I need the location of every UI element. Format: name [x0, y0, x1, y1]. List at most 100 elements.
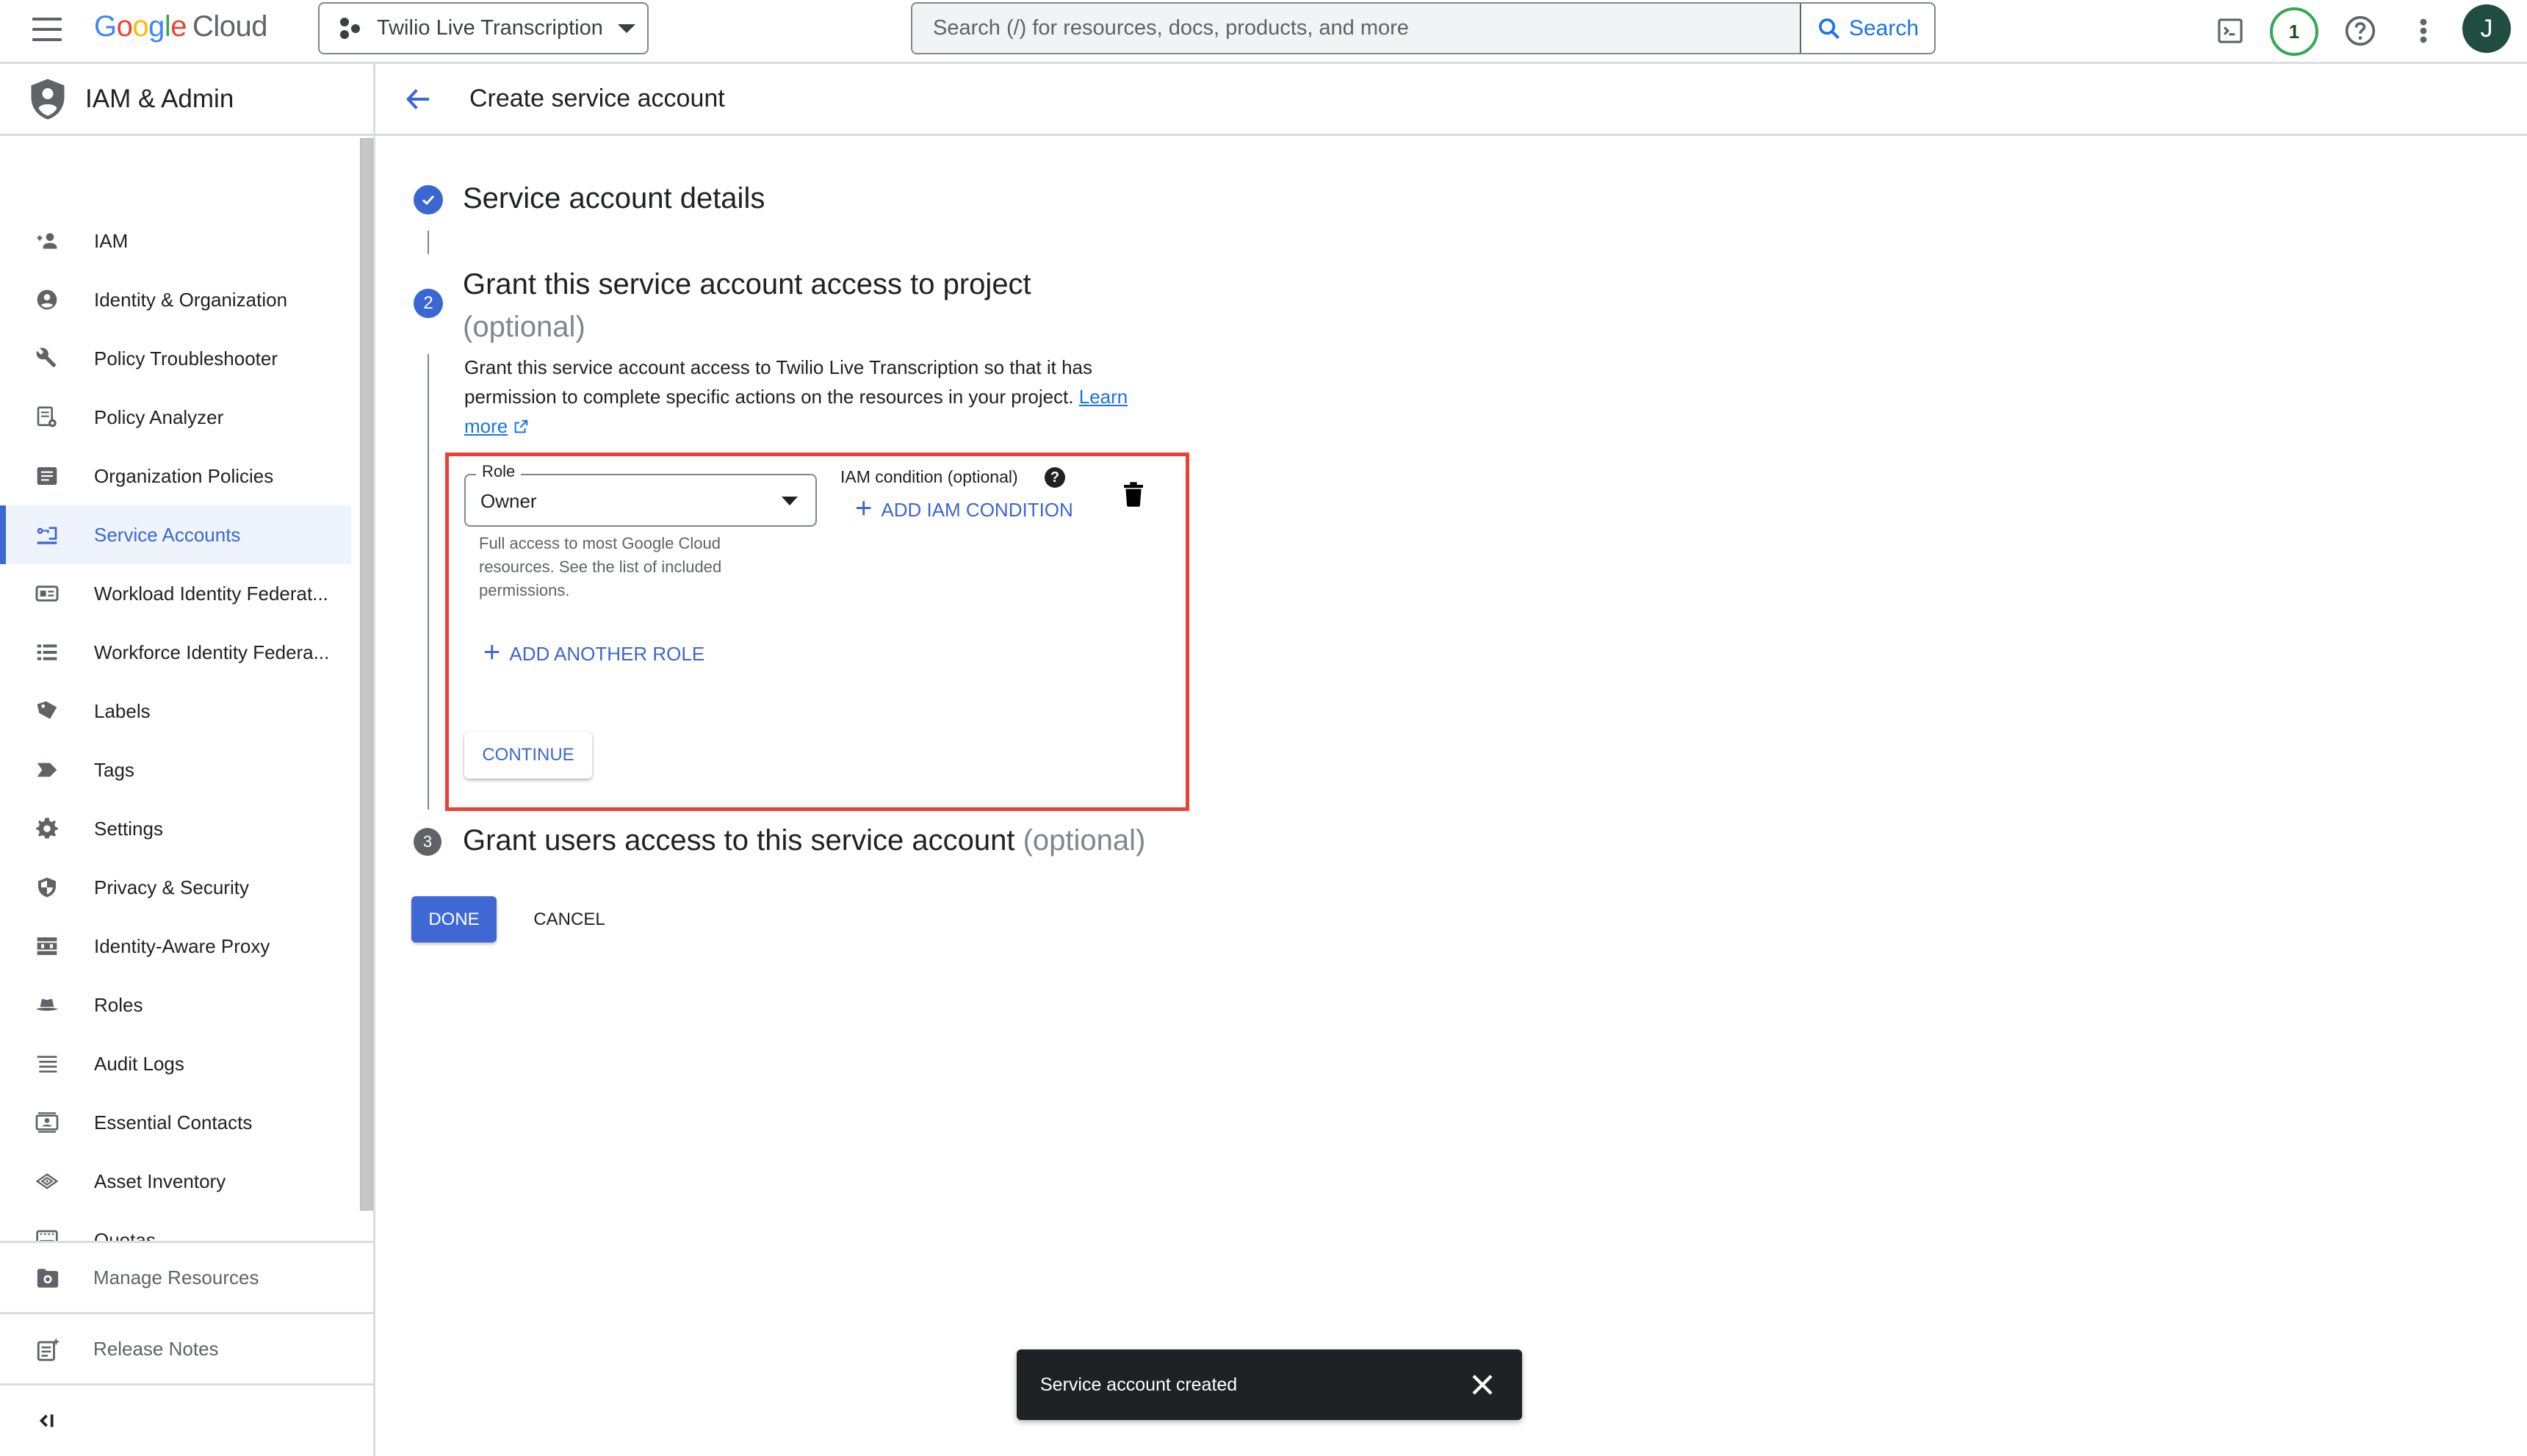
- cancel-button[interactable]: CANCEL: [522, 896, 617, 943]
- sidebar-item-policy-analyzer[interactable]: Policy Analyzer: [0, 388, 351, 447]
- cancel-label: CANCEL: [533, 909, 605, 929]
- sidebar-item-label: Labels: [94, 699, 151, 722]
- step-1-title-text: Service account details: [463, 182, 765, 215]
- notifications-button[interactable]: 1: [2270, 7, 2318, 56]
- done-button[interactable]: DONE: [411, 896, 497, 943]
- iam-condition-help-icon[interactable]: ?: [1045, 467, 1065, 488]
- caret-down-icon: [617, 24, 635, 33]
- sidebar-item-tags[interactable]: Tags: [0, 740, 351, 799]
- sidebar-item-asset-inventory[interactable]: Asset Inventory: [0, 1152, 351, 1211]
- step-3-title[interactable]: Grant users access to this service accou…: [463, 824, 1145, 857]
- page-title: Create service account: [469, 84, 725, 112]
- sidebar-item-label: Quotas: [94, 1228, 156, 1241]
- sidebar-item-settings[interactable]: Settings: [0, 799, 351, 858]
- step-2-number-text: 2: [423, 293, 433, 313]
- policy-search-icon: [35, 406, 59, 429]
- person-add-icon: [35, 229, 59, 253]
- add-iam-condition-label: ADD IAM CONDITION: [881, 498, 1073, 521]
- top-bar: Google Cloud Twilio Live Transcription Se…: [0, 0, 2527, 64]
- sidebar-item-organization-policies[interactable]: Organization Policies: [0, 447, 351, 505]
- sidebar-item-identity-organization[interactable]: Identity & Organization: [0, 270, 351, 329]
- sidebar-item-audit-logs[interactable]: Audit Logs: [0, 1034, 351, 1093]
- step-2-title: Grant this service account access to pro…: [463, 263, 1031, 348]
- add-iam-condition-button[interactable]: + ADD IAM CONDITION: [855, 492, 1073, 525]
- search-button-label: Search: [1848, 15, 1919, 40]
- back-arrow-icon[interactable]: [403, 84, 433, 114]
- sidebar-item-privacy-security[interactable]: Privacy & Security: [0, 858, 351, 917]
- hat-icon: [35, 993, 59, 1017]
- sidebar-item-essential-contacts[interactable]: Essential Contacts: [0, 1093, 351, 1152]
- id-card-icon: [35, 582, 59, 605]
- page-header: Create service account: [375, 64, 2527, 136]
- project-name: Twilio Live Transcription: [377, 16, 603, 40]
- sidebar-manage-resources[interactable]: Manage Resources: [0, 1241, 373, 1313]
- sidebar-item-identity-aware-proxy[interactable]: Identity-Aware Proxy: [0, 917, 351, 976]
- add-another-role-label: ADD ANOTHER ROLE: [509, 642, 705, 665]
- checkmark-icon: [422, 195, 435, 206]
- sidebar-scrollbar[interactable]: [360, 138, 373, 1211]
- step-2-number: 2: [414, 289, 443, 318]
- gear-icon: [35, 817, 59, 840]
- sidebar-header: IAM & Admin: [0, 64, 373, 136]
- sidebar-item-service-accounts[interactable]: Service Accounts: [0, 505, 351, 564]
- done-label: DONE: [428, 909, 480, 929]
- role-select[interactable]: Role Owner: [464, 462, 817, 527]
- sidebar-item-label: Asset Inventory: [94, 1170, 226, 1192]
- account-circle-icon: [35, 288, 59, 311]
- sidebar-item-label: Essential Contacts: [94, 1111, 253, 1134]
- sidebar-title: IAM & Admin: [85, 84, 234, 113]
- sidebar-item-quotas[interactable]: Quotas: [0, 1211, 351, 1241]
- search-button[interactable]: Search: [1801, 4, 1934, 53]
- plus-icon: +: [855, 492, 873, 525]
- release-notes-label: Release Notes: [93, 1338, 219, 1360]
- label-tag-icon: [35, 699, 59, 723]
- list-icon: [35, 641, 59, 664]
- cloud-shell-button[interactable]: [2213, 13, 2248, 48]
- sidebar-item-label: Workforce Identity Federa...: [94, 641, 330, 663]
- step-3-number-text: 3: [422, 832, 433, 851]
- logo-letter: e: [170, 10, 187, 43]
- help-icon: [2345, 15, 2376, 46]
- manage-resources-label: Manage Resources: [93, 1266, 259, 1289]
- snackbar: Service account created: [1017, 1349, 1522, 1420]
- sidebar-item-iam[interactable]: IAM: [0, 212, 351, 270]
- wrench-icon: [35, 347, 59, 370]
- account-avatar[interactable]: J: [2462, 4, 2511, 53]
- sidebar-item-label: Identity & Organization: [94, 288, 288, 311]
- avatar-initial: J: [2480, 14, 2493, 43]
- shield-icon: [35, 876, 59, 899]
- sidebar-item-label: Policy Analyzer: [94, 406, 224, 428]
- more-vert-icon: [2420, 18, 2427, 43]
- sidebar-item-label: Privacy & Security: [94, 876, 249, 898]
- search-input[interactable]: [912, 4, 1800, 53]
- close-icon[interactable]: [1469, 1372, 1496, 1398]
- add-another-role-button[interactable]: + ADD ANOTHER ROLE: [483, 638, 705, 667]
- sidebar-item-roles[interactable]: Roles: [0, 976, 351, 1034]
- contact-card-icon: [35, 1111, 59, 1134]
- help-button[interactable]: [2343, 13, 2378, 48]
- step-3-number: 3: [414, 828, 441, 856]
- sidebar-item-label: Service Accounts: [94, 523, 241, 546]
- sidebar-item-label: Audit Logs: [94, 1052, 184, 1075]
- sidebar-item-label: Workload Identity Federat...: [94, 582, 328, 605]
- description-text: Grant this service account access to Twi…: [464, 356, 1093, 408]
- main-menu-button[interactable]: [32, 18, 62, 41]
- google-cloud-logo[interactable]: Google Cloud: [94, 10, 268, 43]
- continue-button[interactable]: CONTINUE: [464, 732, 592, 779]
- lines-icon: [35, 1052, 59, 1075]
- project-hexagons-icon: [340, 17, 362, 40]
- sidebar-item-workforce-identity-federa[interactable]: Workforce Identity Federa...: [0, 623, 351, 682]
- step-connector: [428, 231, 429, 254]
- sidebar-item-workload-identity-federat[interactable]: Workload Identity Federat...: [0, 564, 351, 623]
- step-1-title[interactable]: Service account details: [463, 182, 765, 215]
- sidebar-item-policy-troubleshooter[interactable]: Policy Troubleshooter: [0, 329, 351, 388]
- delete-role-trash-icon[interactable]: [1124, 482, 1143, 507]
- logo-letter: g: [148, 10, 165, 43]
- more-options-button[interactable]: [2406, 13, 2441, 48]
- sidebar-item-labels[interactable]: Labels: [0, 682, 351, 740]
- sidebar-release-notes[interactable]: Release Notes: [0, 1312, 373, 1384]
- collapse-sidebar-button[interactable]: [0, 1383, 373, 1455]
- project-picker[interactable]: Twilio Live Transcription: [318, 2, 649, 54]
- proxy-icon: [35, 934, 59, 958]
- sidebar-item-label: Policy Troubleshooter: [94, 347, 278, 370]
